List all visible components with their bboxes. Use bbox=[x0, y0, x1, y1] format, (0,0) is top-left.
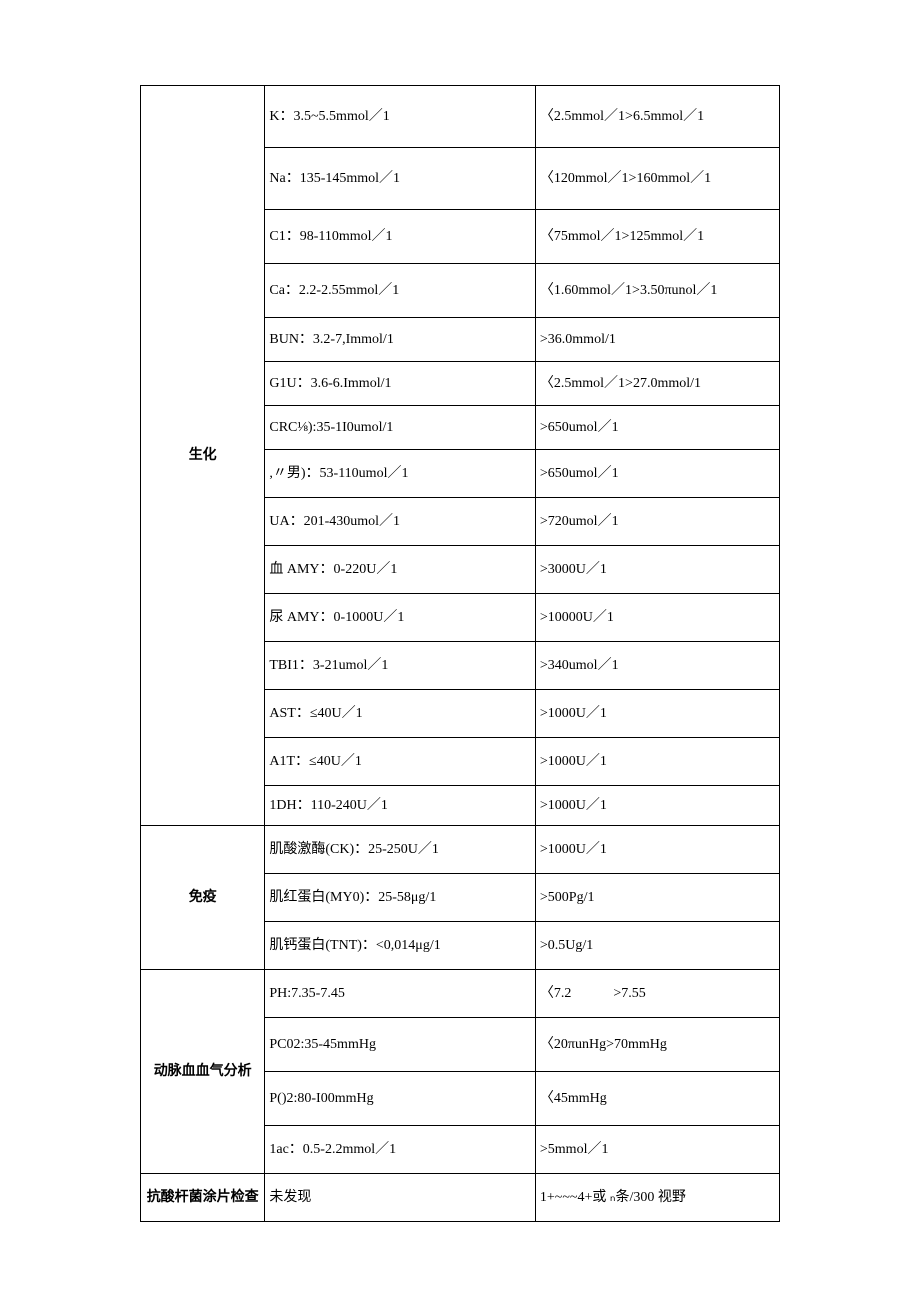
category-cell: 免疫 bbox=[141, 826, 265, 970]
item-cell: G1U：3.6-6.Immol/1 bbox=[265, 362, 536, 406]
item-cell: Ca：2.2-2.55mmol／1 bbox=[265, 264, 536, 318]
critical-cell: 〈45mmHg bbox=[535, 1072, 779, 1126]
item-cell: AST：≤40U／1 bbox=[265, 690, 536, 738]
critical-cell: >1000U／1 bbox=[535, 690, 779, 738]
category-cell: 生化 bbox=[141, 86, 265, 826]
item-cell: 1ac：0.5-2.2mmol／1 bbox=[265, 1126, 536, 1174]
critical-cell: 〈2.5mmol／1>6.5mmol／1 bbox=[535, 86, 779, 148]
critical-cell: >3000U／1 bbox=[535, 546, 779, 594]
item-cell: TBI1：3-21umol／1 bbox=[265, 642, 536, 690]
critical-cell: >1000U／1 bbox=[535, 738, 779, 786]
category-cell: 动脉血血气分析 bbox=[141, 970, 265, 1174]
critical-cell: 〈20πunHg>70mmHg bbox=[535, 1018, 779, 1072]
critical-cell: >340umol／1 bbox=[535, 642, 779, 690]
critical-cell: 〈75mmol／1>125mmol／1 bbox=[535, 210, 779, 264]
category-cell: 抗酸杆菌涂片检查 bbox=[141, 1174, 265, 1222]
critical-cell: >36.0mmol/1 bbox=[535, 318, 779, 362]
item-cell: 1DH：110-240U／1 bbox=[265, 786, 536, 826]
item-cell: A1T：≤40U／1 bbox=[265, 738, 536, 786]
item-cell: 肌红蛋白(MY0)：25-58μg/1 bbox=[265, 874, 536, 922]
critical-cell: >500Pg/1 bbox=[535, 874, 779, 922]
table-row: 抗酸杆菌涂片检查未发现1+~~~4+或 ₙ条/300 视野 bbox=[141, 1174, 780, 1222]
item-cell: 未发现 bbox=[265, 1174, 536, 1222]
critical-cell: >720umol／1 bbox=[535, 498, 779, 546]
critical-cell: >10000U／1 bbox=[535, 594, 779, 642]
item-cell: 肌酸激酶(CK)：25-250U／1 bbox=[265, 826, 536, 874]
item-cell: K：3.5~5.5mmol／1 bbox=[265, 86, 536, 148]
item-cell: PH:7.35-7.45 bbox=[265, 970, 536, 1018]
critical-cell: >650umol／1 bbox=[535, 406, 779, 450]
critical-cell: >0.5Ug/1 bbox=[535, 922, 779, 970]
item-cell: 肌钙蛋白(TNT)：<0,014μg/1 bbox=[265, 922, 536, 970]
critical-cell: 〈2.5mmol／1>27.0mmol/1 bbox=[535, 362, 779, 406]
critical-cell: 1+~~~4+或 ₙ条/300 视野 bbox=[535, 1174, 779, 1222]
critical-cell: 〈1.60mmol／1>3.50πunol／1 bbox=[535, 264, 779, 318]
item-cell: ,〃男)：53-110umol／1 bbox=[265, 450, 536, 498]
table-row: 动脉血血气分析PH:7.35-7.45〈7.2 >7.55 bbox=[141, 970, 780, 1018]
item-cell: UA：201-430umol／1 bbox=[265, 498, 536, 546]
item-cell: PC02:35-45mmHg bbox=[265, 1018, 536, 1072]
critical-cell: 〈7.2 >7.55 bbox=[535, 970, 779, 1018]
item-cell: 血 AMY：0-220U／1 bbox=[265, 546, 536, 594]
table-row: 免疫肌酸激酶(CK)：25-250U／1>1000U／1 bbox=[141, 826, 780, 874]
item-cell: Na：135-145mmol／1 bbox=[265, 148, 536, 210]
critical-cell: 〈120mmol／1>160mmol／1 bbox=[535, 148, 779, 210]
item-cell: BUN：3.2-7,Immol/1 bbox=[265, 318, 536, 362]
critical-cell: >1000U／1 bbox=[535, 786, 779, 826]
lab-values-table: 生化K：3.5~5.5mmol／1〈2.5mmol／1>6.5mmol／1Na：… bbox=[140, 85, 780, 1222]
table-row: 生化K：3.5~5.5mmol／1〈2.5mmol／1>6.5mmol／1 bbox=[141, 86, 780, 148]
critical-cell: >650umol／1 bbox=[535, 450, 779, 498]
item-cell: C1：98-110mmol／1 bbox=[265, 210, 536, 264]
critical-cell: >1000U／1 bbox=[535, 826, 779, 874]
item-cell: CRC⅛):35-1I0umol/1 bbox=[265, 406, 536, 450]
item-cell: 尿 AMY：0-1000U／1 bbox=[265, 594, 536, 642]
item-cell: P()2:80-I00mmHg bbox=[265, 1072, 536, 1126]
critical-cell: >5mmol／1 bbox=[535, 1126, 779, 1174]
